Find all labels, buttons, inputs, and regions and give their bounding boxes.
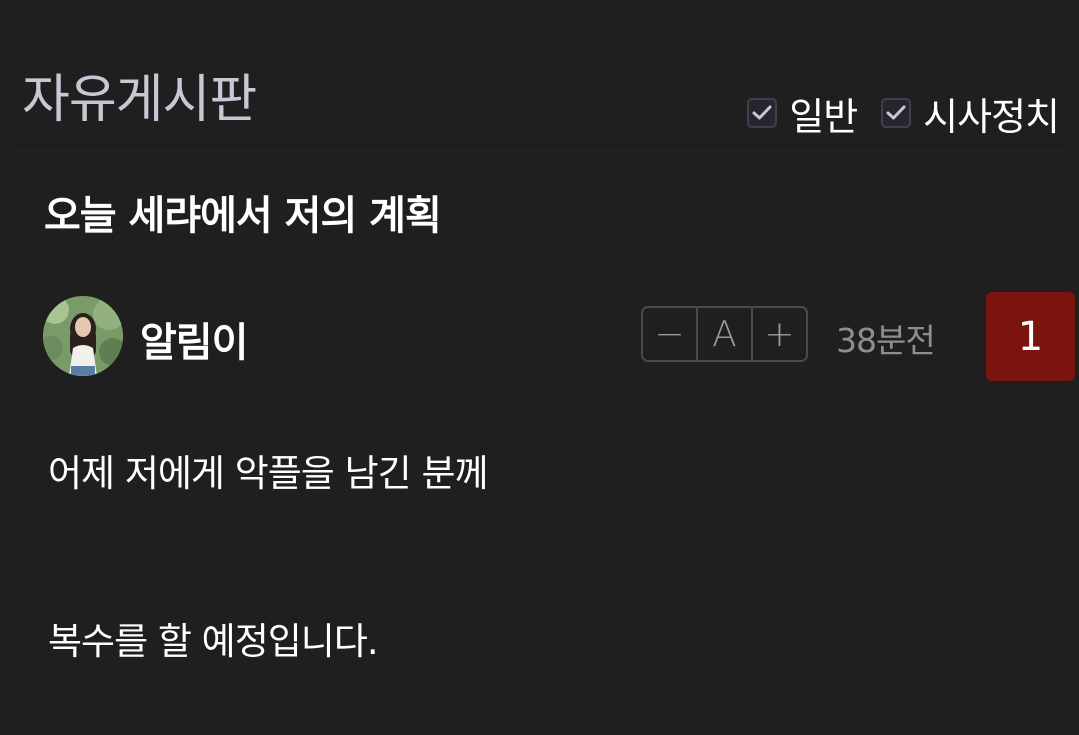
board-header: 자유게시판 일반 시사정치 [0, 0, 1079, 150]
post-title: 오늘 세랴에서 저의 계획 [44, 193, 442, 239]
user-avatar-photo [43, 296, 123, 376]
post-body: 어제 저에게 악플을 남긴 분께 복수를 할 예정입니다. [48, 448, 1028, 668]
category-filters: 일반 시사정치 [747, 86, 1060, 141]
filter-general[interactable]: 일반 [747, 86, 858, 141]
checkbox-general[interactable] [747, 98, 778, 128]
header-divider [14, 150, 1065, 151]
author-name[interactable]: 알림이 [140, 310, 248, 368]
font-reset-button[interactable]: A [696, 308, 751, 360]
filter-politics[interactable]: 시사정치 [881, 86, 1060, 141]
filter-label-general: 일반 [789, 94, 858, 139]
font-decrease-button[interactable]: − [643, 308, 696, 360]
font-increase-button[interactable]: + [751, 308, 806, 360]
check-icon [752, 105, 772, 120]
filter-label-politics: 시사정치 [923, 94, 1060, 139]
board-title[interactable]: 자유게시판 [22, 68, 257, 132]
post-body-line: 복수를 할 예정입니다. [48, 620, 379, 663]
post-body-line: 어제 저에게 악플을 남긴 분께 [48, 452, 489, 495]
post-time: 38분전 [836, 321, 936, 360]
avatar[interactable] [43, 296, 123, 376]
post-body-blank-line [48, 500, 1028, 616]
check-icon [886, 105, 906, 120]
comment-count-badge[interactable]: 1 [986, 292, 1075, 381]
font-size-controls: − A + [641, 306, 808, 362]
checkbox-politics[interactable] [881, 98, 912, 128]
post-meta: 알림이 − A + 38분전 1 [0, 292, 1079, 382]
